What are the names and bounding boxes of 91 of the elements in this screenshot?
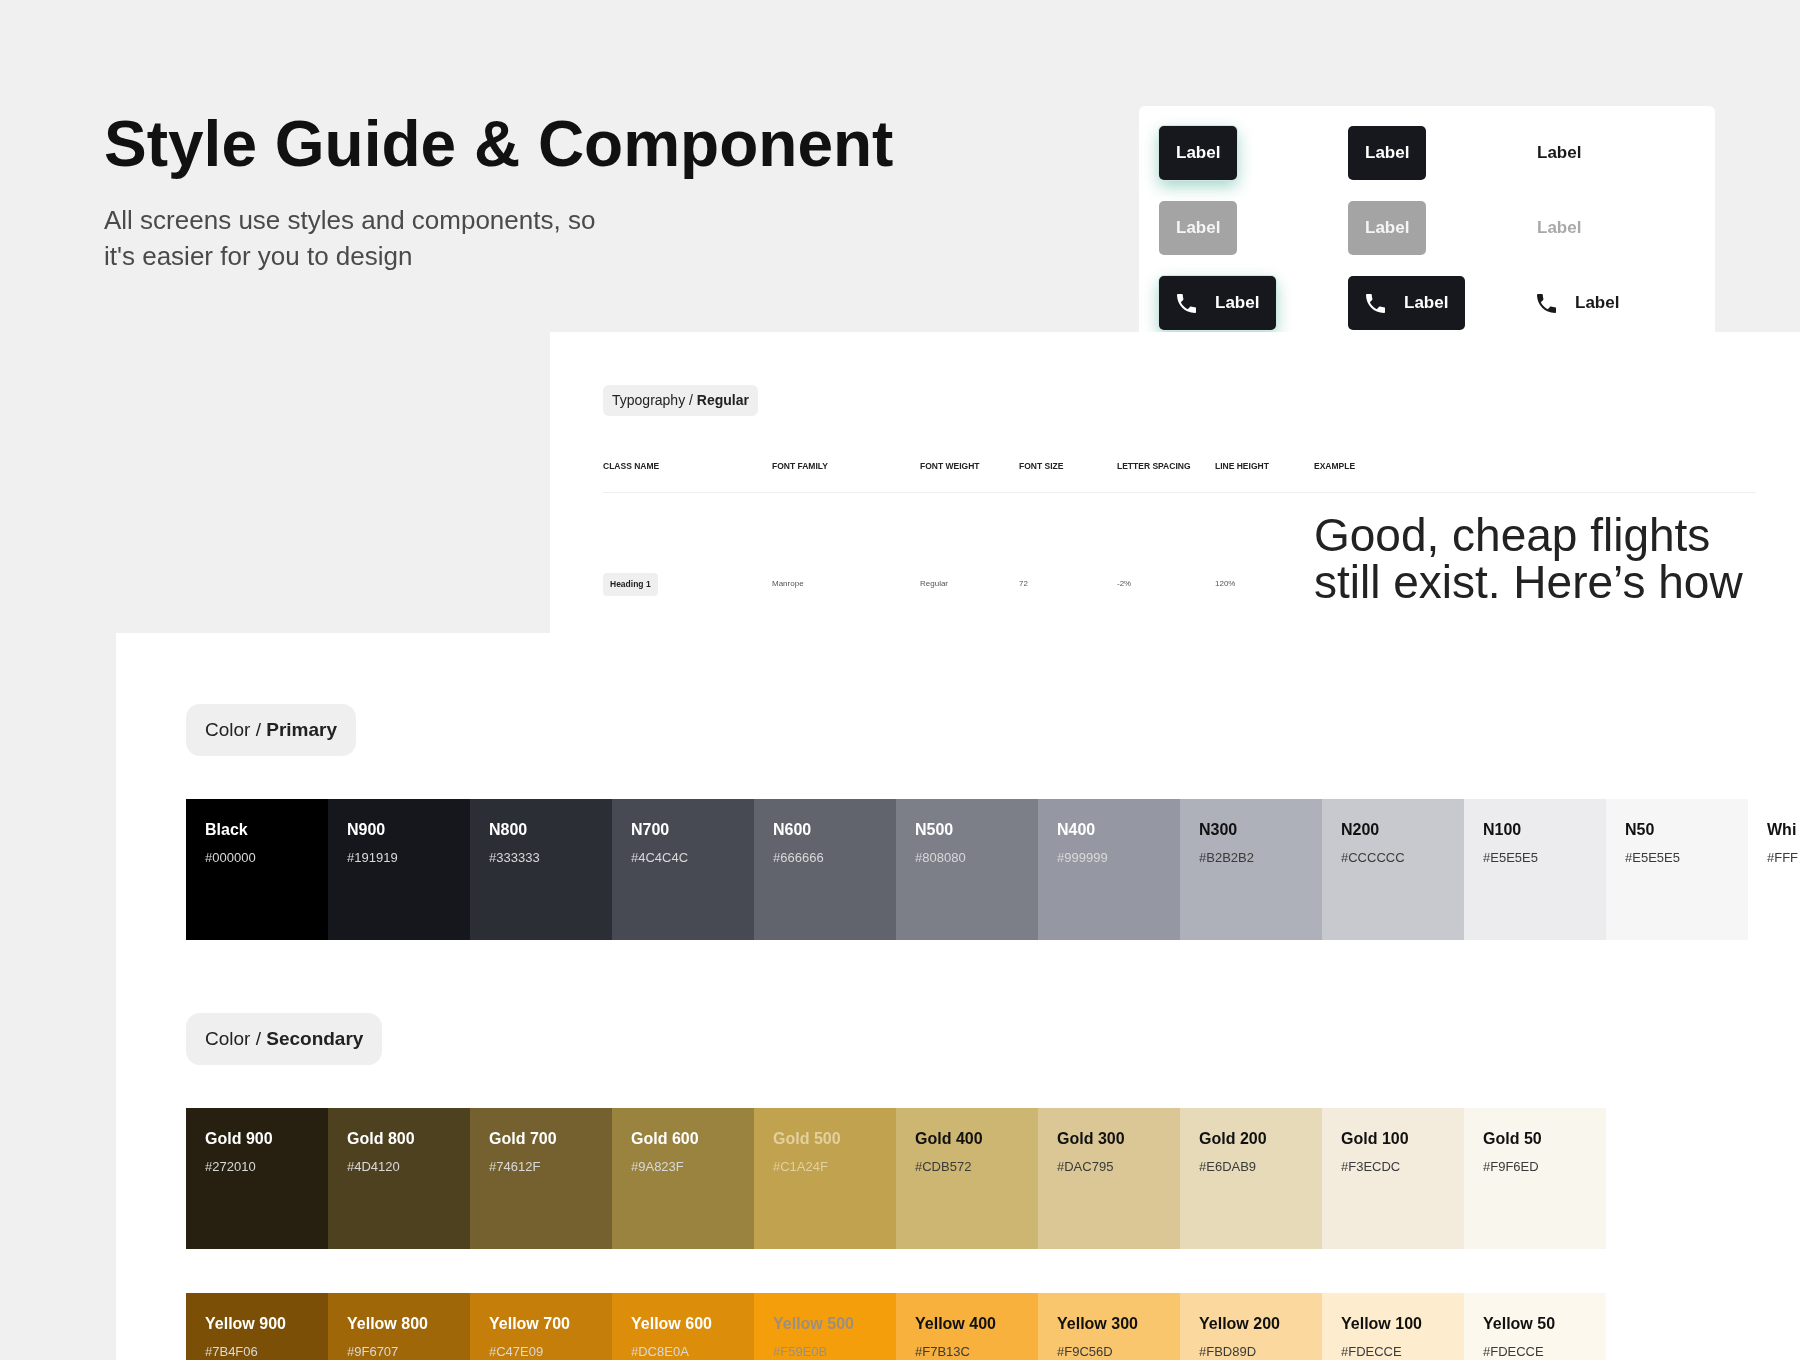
swatch-name: Yellow 50 (1483, 1314, 1556, 1334)
hex-code: #272010 (205, 1159, 256, 1175)
swatch-name: Yellow 900 (205, 1314, 286, 1334)
letter-spacing-value: -2% (1117, 579, 1132, 589)
swatch-name: Yellow 400 (915, 1314, 996, 1334)
font-size-value: 72 (1019, 579, 1028, 589)
label-button[interactable]: Label (1537, 142, 1582, 164)
phone-icon (1366, 293, 1385, 313)
hex-code: #333333 (489, 850, 540, 866)
hex-code: #808080 (915, 850, 966, 866)
hex-code: #CCCCCC (1341, 850, 1405, 866)
line-height-value: 120% (1215, 579, 1236, 589)
swatch-name: Black (205, 820, 248, 840)
hex-code: #FDECCE (1483, 1344, 1544, 1360)
swatch-name: Whi (1767, 820, 1797, 840)
swatch-name: Gold 400 (915, 1129, 983, 1149)
swatch-name: N400 (1057, 820, 1096, 840)
swatch-name: Gold 200 (1199, 1129, 1267, 1149)
swatch-name: Yellow 700 (489, 1314, 570, 1334)
swatch-name: N100 (1483, 820, 1522, 840)
font-family-value: Manrope (772, 579, 804, 589)
hex-code: #FFF (1767, 850, 1799, 866)
swatch-name: N600 (773, 820, 812, 840)
hex-code: #DAC795 (1057, 1159, 1114, 1175)
hex-code: #F59E0B (773, 1344, 828, 1360)
swatch-name: Gold 100 (1341, 1129, 1409, 1149)
hex-code: #FBD89D (1199, 1344, 1257, 1360)
phone-icon (1177, 293, 1196, 313)
hex-code: #C1A24F (773, 1159, 828, 1175)
hex-code: #9A823F (631, 1159, 684, 1175)
label-button[interactable]: Label (1159, 126, 1238, 180)
section-label: Color / Primary (186, 704, 357, 756)
class-name-tag: Heading 1 (603, 572, 658, 596)
label-button[interactable]: Label (1159, 276, 1277, 330)
swatch-name: Gold 300 (1057, 1129, 1125, 1149)
hex-code: #F9C56D (1057, 1344, 1113, 1360)
hex-code: #DC8E0A (631, 1344, 689, 1360)
hex-code: #FDECCE (1341, 1344, 1402, 1360)
hex-code: #7B4F06 (205, 1344, 258, 1360)
swatch-name: Gold 500 (773, 1129, 841, 1149)
hex-code: #74612F (489, 1159, 541, 1175)
column-header: EXAMPLE (1314, 460, 1356, 472)
hex-code: #F7B13C (915, 1344, 970, 1360)
hex-code: #C47E09 (489, 1344, 544, 1360)
swatch-name: Gold 600 (631, 1129, 699, 1149)
column-header: CLASS NAME (603, 460, 660, 472)
example-text: Good, cheap flights still exist. Here’s how (1314, 512, 1744, 606)
column-header: LETTER SPACING (1117, 460, 1191, 472)
hex-code: #4C4C4C (631, 850, 689, 866)
swatch-name: Yellow 300 (1057, 1314, 1138, 1334)
swatch-name: N300 (1199, 820, 1238, 840)
swatch-name: N800 (489, 820, 528, 840)
swatch-name: Gold 700 (489, 1129, 557, 1149)
label-button[interactable]: Label (1348, 126, 1427, 180)
hex-code: #E5E5E5 (1483, 850, 1538, 866)
section-label: Color / Secondary (186, 1013, 383, 1065)
section-label: Typography / Regular (603, 385, 758, 416)
hex-code: #999999 (1057, 850, 1108, 866)
swatch-name: Gold 50 (1483, 1129, 1542, 1149)
hex-code: #4D4120 (347, 1159, 400, 1175)
swatch-name: Yellow 800 (347, 1314, 428, 1334)
hex-code: #CDB572 (915, 1159, 972, 1175)
swatch-name: Yellow 100 (1341, 1314, 1422, 1334)
label-button[interactable]: Label (1537, 292, 1620, 314)
column-header: FONT SIZE (1019, 460, 1064, 472)
swatch-name: Gold 800 (347, 1129, 415, 1149)
swatch-name: N200 (1341, 820, 1380, 840)
swatch-name: N50 (1625, 820, 1655, 840)
phone-icon (1537, 293, 1556, 313)
hex-code: #F9F6ED (1483, 1159, 1539, 1175)
label-button[interactable]: Label (1348, 276, 1466, 330)
hex-code: #000000 (205, 850, 256, 866)
swatch-name: Gold 900 (205, 1129, 273, 1149)
swatch-name: Yellow 200 (1199, 1314, 1280, 1334)
hex-code: #B2B2B2 (1199, 850, 1254, 866)
swatch-name: Yellow 500 (773, 1314, 854, 1334)
hex-code: #191919 (347, 850, 398, 866)
font-weight-value: Regular (920, 579, 948, 589)
hex-code: #F3ECDC (1341, 1159, 1401, 1175)
swatch-name: N500 (915, 820, 954, 840)
hex-code: #E6DAB9 (1199, 1159, 1257, 1175)
column-header: FONT WEIGHT (920, 460, 980, 472)
column-header: LINE HEIGHT (1215, 460, 1269, 472)
page-subtitle: All screens use styles and components, so it's easier for you to design (104, 204, 597, 273)
swatch-name: Yellow 600 (631, 1314, 712, 1334)
hex-code: #666666 (773, 850, 824, 866)
hex-code: #E5E5E5 (1625, 850, 1680, 866)
swatch-name: N700 (631, 820, 670, 840)
swatch-name: N900 (347, 820, 386, 840)
hex-code: #9F6707 (347, 1344, 399, 1360)
column-header: FONT FAMILY (772, 460, 828, 472)
